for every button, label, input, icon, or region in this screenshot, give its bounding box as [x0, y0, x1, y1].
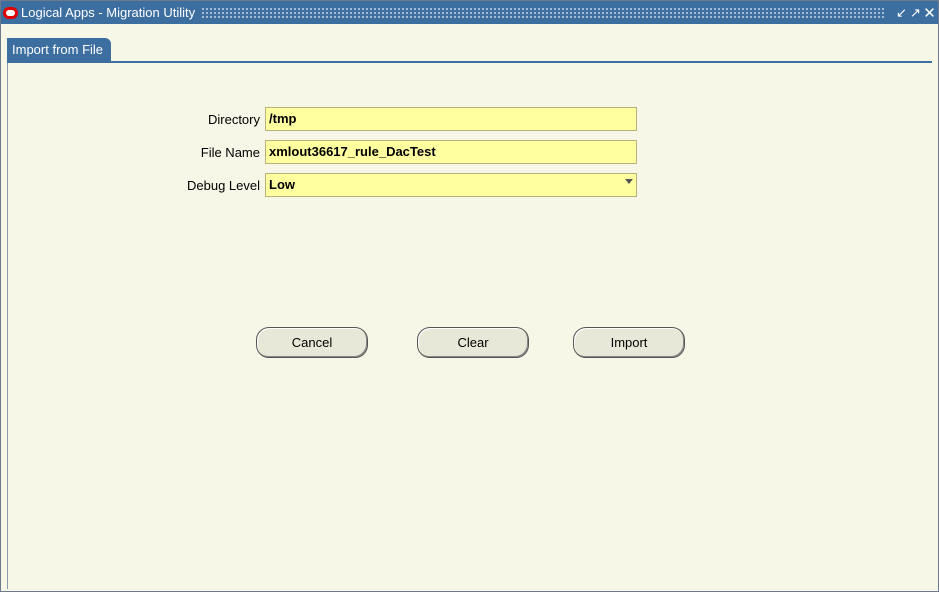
close-icon[interactable]: ✕: [923, 4, 936, 22]
maximize-icon[interactable]: ↗: [909, 5, 922, 21]
debug-level-row: Debug Level: [8, 173, 260, 199]
directory-row: Directory: [8, 107, 260, 133]
title-bar[interactable]: Logical Apps - Migration Utility ↙ ↗ ✕: [1, 1, 938, 24]
clear-button[interactable]: Clear: [417, 327, 529, 358]
import-button[interactable]: Import: [573, 327, 685, 358]
restore-icon[interactable]: ↙: [895, 5, 908, 21]
file-name-row: File Name: [8, 140, 260, 166]
oracle-logo-icon: [3, 6, 18, 19]
tab-import-from-file[interactable]: Import from File: [7, 38, 112, 62]
chevron-down-icon[interactable]: [625, 179, 633, 184]
debug-level-label: Debug Level: [187, 178, 260, 193]
form-panel: Directory /tmp File Name xmlout36617_rul…: [7, 63, 933, 589]
debug-level-value: Low: [265, 173, 637, 197]
directory-field[interactable]: /tmp: [265, 107, 637, 131]
file-name-field[interactable]: xmlout36617_rule_DacTest: [265, 140, 637, 164]
directory-label: Directory: [207, 112, 260, 127]
debug-level-select[interactable]: Low: [265, 173, 637, 197]
window-title: Logical Apps - Migration Utility: [21, 5, 196, 20]
cancel-button[interactable]: Cancel: [256, 327, 368, 358]
main-window: Logical Apps - Migration Utility ↙ ↗ ✕ I…: [0, 0, 939, 592]
tab-bar: Import from File: [1, 24, 938, 63]
title-bar-pattern: [201, 7, 885, 18]
file-name-label: File Name: [200, 145, 260, 160]
